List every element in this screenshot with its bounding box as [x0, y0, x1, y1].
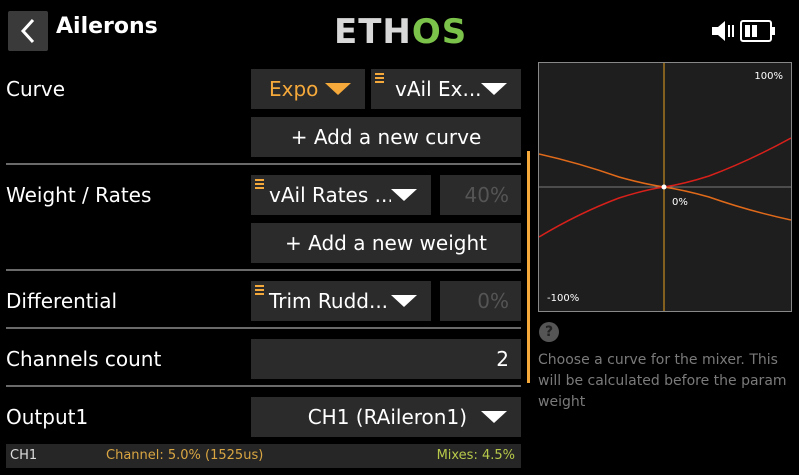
add-weight-button[interactable]: + Add a new weight [251, 223, 521, 263]
logo-text-left: ETH [334, 12, 412, 52]
output1-dropdown[interactable]: CH1 (RAileron1) [251, 397, 521, 437]
output1-label: Output1 [6, 405, 89, 429]
curve-graph [539, 63, 791, 311]
logo-text-right: OS [411, 12, 468, 52]
question-circle-icon[interactable]: ? [539, 322, 559, 342]
output1-value: CH1 (RAileron1) [307, 405, 467, 429]
back-button[interactable] [8, 11, 48, 51]
weight-percent-value: 40% [464, 183, 509, 207]
status-channel-output: Channel: 5.0% (1525us) [106, 448, 264, 463]
differential-source-dropdown[interactable]: Trim Rudd... [251, 281, 431, 321]
scrollbar[interactable] [527, 151, 530, 383]
curve-preview: 100% 0% -100% [538, 62, 792, 312]
list-marker-icon [375, 73, 384, 85]
channels-count-field[interactable]: 2 [251, 339, 521, 379]
channels-count-label: Channels count [6, 347, 162, 371]
curve-min-label: -100% [547, 293, 580, 304]
chevron-down-icon [481, 411, 507, 423]
differential-source-value: Trim Rudd... [269, 289, 389, 313]
battery-icon [740, 20, 775, 42]
add-weight-label: + Add a new weight [285, 231, 487, 255]
ethos-logo: ETHOS [334, 12, 467, 52]
curve-max-label: 100% [754, 71, 783, 82]
row-divider [6, 269, 521, 271]
curve-type-dropdown[interactable]: Expo [251, 69, 365, 109]
list-marker-icon [255, 179, 264, 191]
speaker-icon[interactable] [710, 18, 736, 44]
row-divider [6, 327, 521, 329]
curve-center-point [661, 184, 667, 190]
row-divider [6, 163, 521, 165]
header-status-icons [710, 16, 780, 46]
differential-percent-field[interactable]: 0% [440, 281, 521, 321]
chevron-left-icon [20, 18, 35, 44]
rates-value: vAil Rates ... [269, 183, 391, 207]
curve-select-dropdown[interactable]: vAil Ex... [371, 69, 521, 109]
status-channel-id: CH1 [10, 448, 38, 463]
differential-percent-value: 0% [477, 289, 509, 313]
add-curve-label: + Add a new curve [290, 125, 482, 149]
channel-status-bar: CH1 Channel: 5.0% (1525us) Mixes: 4.5% [6, 444, 521, 468]
row-divider [6, 385, 521, 387]
differential-label: Differential [6, 289, 118, 313]
help-text: Choose a curve for the mixer. This will … [538, 352, 787, 410]
curve-label: Curve [6, 77, 66, 101]
curve-select-value: vAil Ex... [395, 77, 481, 101]
list-marker-icon [255, 285, 264, 297]
chevron-down-icon [481, 83, 507, 95]
add-curve-button[interactable]: + Add a new curve [251, 117, 521, 157]
weight-rates-label: Weight / Rates [6, 183, 152, 207]
weight-percent-field[interactable]: 40% [440, 175, 521, 215]
curve-type-value: Expo [269, 77, 319, 101]
chevron-down-icon [391, 295, 417, 307]
curve-center-label: 0% [672, 197, 688, 208]
page-title: Ailerons [56, 14, 158, 39]
channels-count-value: 2 [496, 347, 509, 371]
chevron-down-icon [325, 83, 351, 95]
chevron-down-icon [391, 189, 417, 201]
rates-dropdown[interactable]: vAil Rates ... [251, 175, 431, 215]
status-mixes: Mixes: 4.5% [436, 448, 515, 463]
